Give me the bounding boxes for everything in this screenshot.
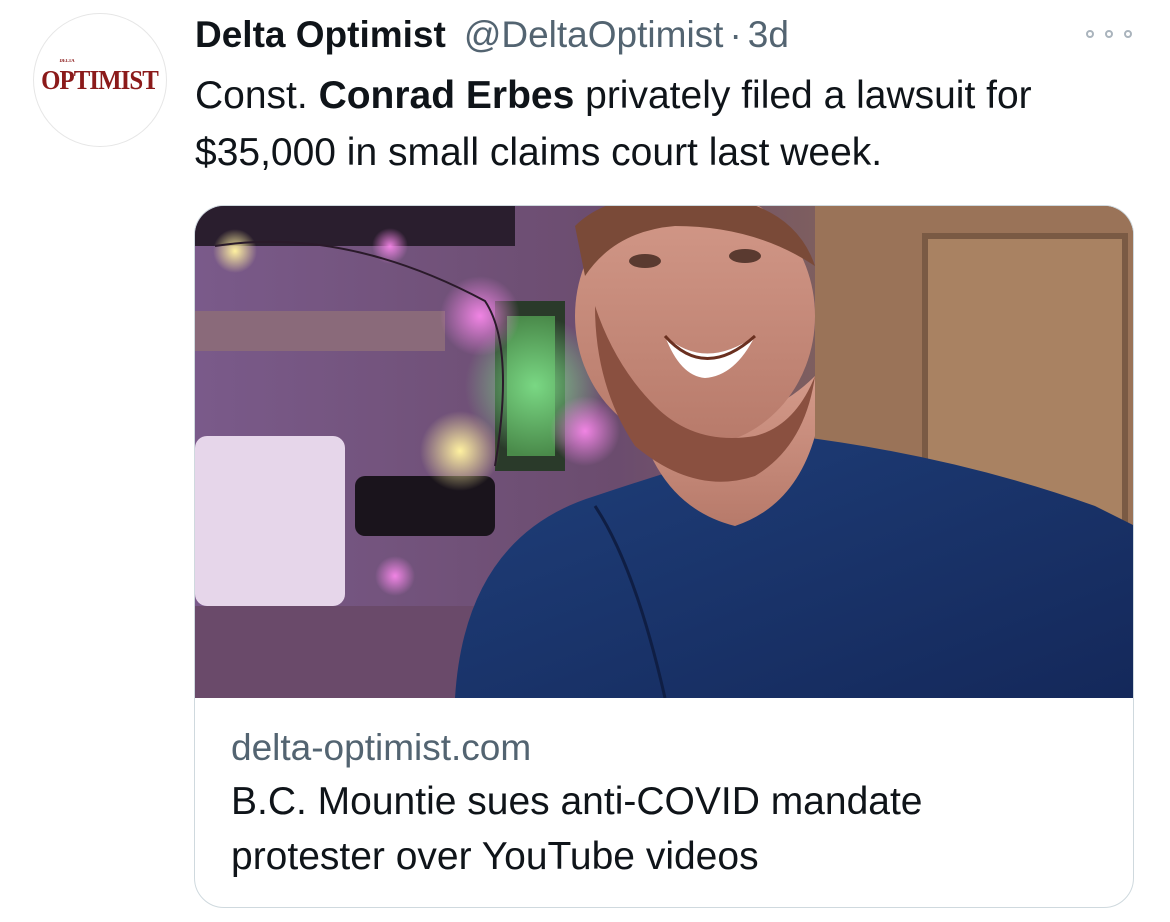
dot-icon xyxy=(1105,30,1113,38)
card-domain[interactable]: delta-optimist.com xyxy=(231,722,1111,774)
selfie-photo-illustration xyxy=(195,206,1133,698)
tweet-header: Delta Optimist @DeltaOptimist · 3d xyxy=(195,10,789,60)
tweet-text-part1: Const. xyxy=(195,74,319,117)
separator-dot: · xyxy=(729,14,742,55)
logo-small-text: DELTA xyxy=(59,58,76,64)
card-title-line1[interactable]: B.C. Mountie sues anti-COVID mandate xyxy=(231,774,1111,829)
more-horizontal-icon[interactable] xyxy=(1086,22,1132,46)
dot-icon xyxy=(1124,30,1132,38)
tweet-text-mention-name: Conrad Erbes xyxy=(318,74,575,117)
card-body[interactable]: delta-optimist.com B.C. Mountie sues ant… xyxy=(231,722,1111,884)
author-avatar[interactable]: DELTA OPTIMIST xyxy=(33,13,167,147)
author-name[interactable]: Delta Optimist xyxy=(195,14,446,56)
link-preview-card[interactable]: delta-optimist.com B.C. Mountie sues ant… xyxy=(194,205,1134,908)
card-title-line2[interactable]: protester over YouTube videos xyxy=(231,829,1111,884)
tweet-timestamp[interactable]: 3d xyxy=(748,14,789,56)
author-handle[interactable]: @DeltaOptimist xyxy=(464,14,724,56)
delta-optimist-logo: DELTA OPTIMIST xyxy=(41,59,160,96)
card-image xyxy=(195,206,1133,698)
dot-icon xyxy=(1086,30,1094,38)
tweet-text: Const. Conrad Erbes privately filed a la… xyxy=(195,67,1145,181)
logo-text: OPTIMIST xyxy=(41,64,160,95)
